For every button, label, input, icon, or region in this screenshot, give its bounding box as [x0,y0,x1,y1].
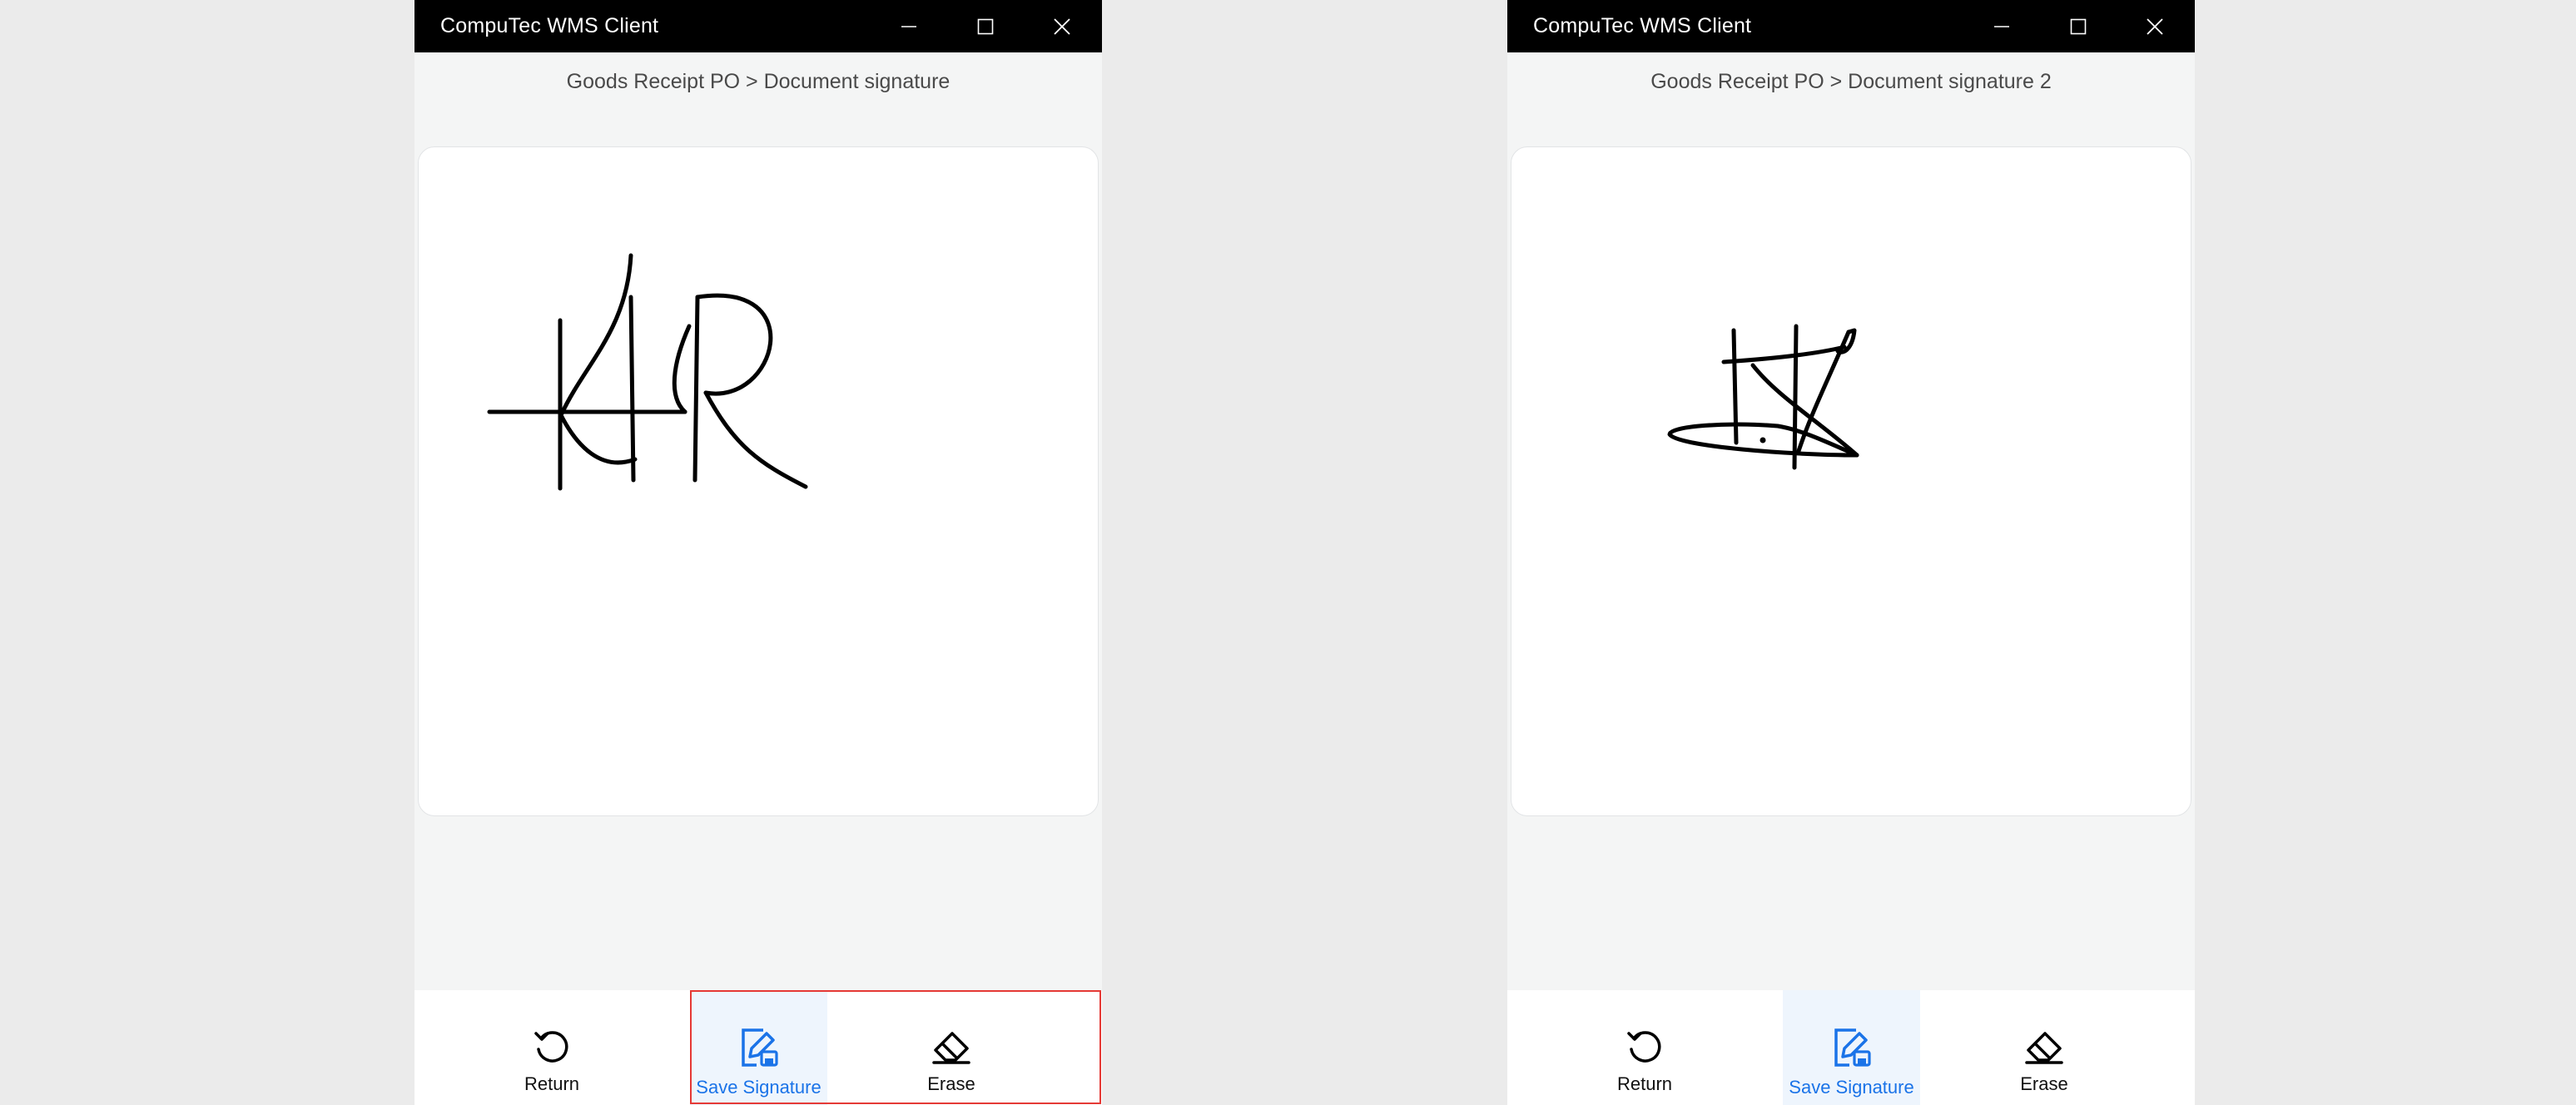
eraser-icon [2025,1032,2063,1064]
maximize-button[interactable] [2040,0,2117,52]
title-bar[interactable]: CompuTec WMS Client [414,0,1102,52]
close-button[interactable] [2117,0,2193,52]
maximize-button[interactable] [947,0,1024,52]
close-icon [2147,17,2163,35]
erase-label: Erase [927,1073,975,1094]
app-window-2: CompuTec WMS Client Goods Receipt PO > D… [1507,0,2195,1105]
signature-stroke [487,253,808,491]
undo-arrow-icon [1627,1031,1661,1063]
return-label: Return [1616,1073,1673,1094]
app-window-1: CompuTec WMS Client Goods Receipt PO > D… [414,0,1102,1105]
undo-arrow-icon [534,1031,568,1063]
return-button[interactable]: Return [1591,990,1699,1105]
eraser-icon [932,1032,970,1064]
return-label: Return [524,1073,580,1094]
save-signature-label: Save Signature [696,1077,821,1098]
minimize-icon [1994,25,2009,27]
breadcrumb: Goods Receipt PO > Document signature 2 [1650,70,2052,93]
title-bar[interactable]: CompuTec WMS Client [1507,0,2195,52]
maximize-icon [977,18,994,34]
save-signature-button[interactable]: Save Signature [1783,990,1920,1105]
signature-pad[interactable] [418,146,1099,816]
minimize-button[interactable] [871,0,947,52]
erase-button[interactable]: Erase [1990,990,2098,1105]
minimize-button[interactable] [1963,0,2040,52]
bottom-action-bar: Return Save Signature Erase [1507,990,2195,1105]
breadcrumb: Goods Receipt PO > Document signature [566,70,950,93]
bottom-action-bar: Return Save Signature Erase [414,990,1102,1105]
save-signature-label: Save Signature [1789,1077,1914,1098]
window-title: CompuTec WMS Client [440,14,659,37]
erase-label: Erase [2020,1073,2068,1094]
signature-edit-icon [741,1028,778,1067]
save-signature-button[interactable]: Save Signature [690,990,827,1105]
signature-stroke [1667,324,1859,470]
signature-pad[interactable] [1511,146,2191,816]
signature-edit-icon [1834,1028,1871,1067]
close-icon [1054,17,1070,35]
window-title: CompuTec WMS Client [1533,14,1752,37]
minimize-icon [901,25,916,27]
return-button[interactable]: Return [498,990,606,1105]
close-button[interactable] [1024,0,1100,52]
maximize-icon [2070,18,2087,34]
erase-button[interactable]: Erase [897,990,1005,1105]
